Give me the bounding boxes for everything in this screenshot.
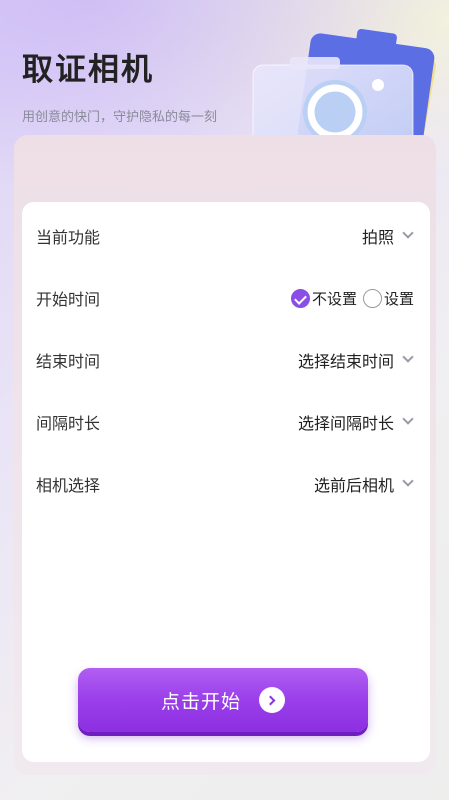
row-label: 结束时间 bbox=[36, 352, 101, 371]
function-select[interactable]: 拍照 bbox=[361, 224, 414, 248]
arrow-right-icon bbox=[259, 687, 285, 713]
chevron-down-icon bbox=[402, 475, 414, 487]
chevron-down-icon bbox=[402, 227, 414, 239]
page-subtitle: 用创意的快门，守护隐私的每一刻 bbox=[22, 110, 218, 125]
end-time-value: 选择结束时间 bbox=[297, 352, 394, 371]
row-label: 当前功能 bbox=[36, 228, 101, 247]
interval-value: 选择间隔时长 bbox=[297, 414, 394, 433]
row-label: 间隔时长 bbox=[36, 414, 101, 433]
end-time-select[interactable]: 选择结束时间 bbox=[297, 348, 414, 372]
row-current-function[interactable]: 当前功能 拍照 bbox=[22, 216, 430, 256]
row-interval[interactable]: 间隔时长 选择间隔时长 bbox=[22, 402, 430, 442]
radio-set[interactable]: 设置 bbox=[362, 288, 414, 309]
start-button[interactable]: 点击开始 bbox=[78, 668, 368, 732]
start-time-options: 不设置 设置 bbox=[290, 288, 414, 309]
page-title: 取证相机 bbox=[22, 52, 154, 88]
radio-not-set[interactable]: 不设置 bbox=[290, 288, 357, 309]
row-start-time: 开始时间 不设置 设置 bbox=[22, 278, 430, 318]
radio-label: 不设置 bbox=[311, 289, 357, 308]
camera-value: 选前后相机 bbox=[313, 476, 394, 495]
row-label: 开始时间 bbox=[36, 290, 101, 309]
row-camera-select[interactable]: 相机选择 选前后相机 bbox=[22, 464, 430, 504]
radio-circle-icon bbox=[362, 288, 382, 308]
row-end-time[interactable]: 结束时间 选择结束时间 bbox=[22, 340, 430, 380]
chevron-down-icon bbox=[402, 413, 414, 425]
interval-select[interactable]: 选择间隔时长 bbox=[297, 410, 414, 434]
check-icon bbox=[290, 288, 310, 308]
start-button-label: 点击开始 bbox=[160, 690, 241, 713]
function-value: 拍照 bbox=[361, 228, 394, 247]
radio-label: 设置 bbox=[383, 289, 414, 308]
chevron-down-icon bbox=[402, 351, 414, 363]
camera-select[interactable]: 选前后相机 bbox=[313, 472, 414, 496]
row-label: 相机选择 bbox=[36, 476, 101, 495]
